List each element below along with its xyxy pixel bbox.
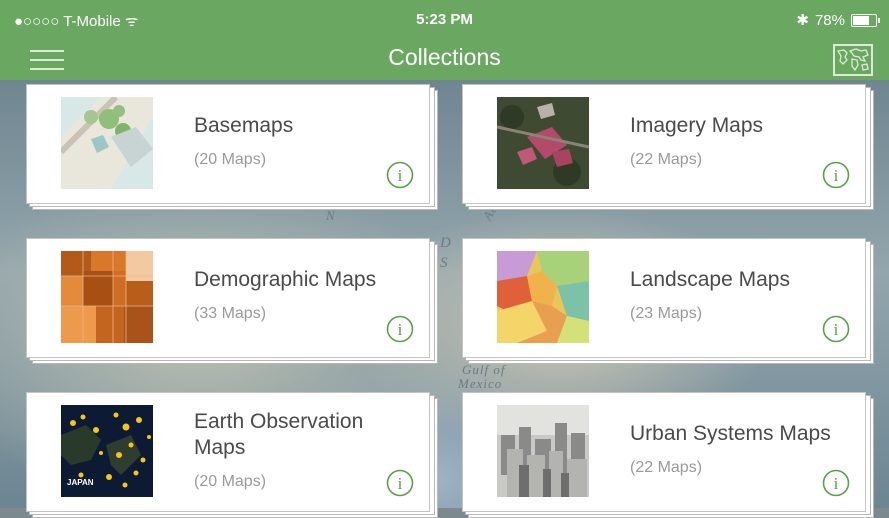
imagery-image: [497, 97, 589, 189]
collection-card-stack: Demographic Maps (33 Maps) i: [26, 238, 438, 368]
card-map-count: (20 Maps): [194, 473, 267, 490]
card-title: Earth Observation Maps: [194, 410, 364, 459]
collection-card-demographic-maps[interactable]: Demographic Maps (33 Maps) i: [26, 238, 430, 358]
collection-card-urban-systems-maps[interactable]: Urban Systems Maps (22 Maps) i: [462, 392, 866, 512]
basemap-image: [61, 97, 153, 189]
card-map-count: (22 Maps): [630, 151, 703, 168]
world-map-icon[interactable]: [833, 44, 873, 76]
info-icon[interactable]: i: [822, 315, 850, 343]
card-map-count: (23 Maps): [630, 305, 703, 322]
battery-icon: [851, 13, 880, 27]
demographic-image: [61, 251, 153, 343]
card-map-count: (20 Maps): [194, 151, 267, 168]
card-title: Urban Systems Maps: [630, 422, 831, 445]
page-title: Collections: [388, 44, 501, 70]
collection-card-stack: Basemaps (20 Maps) i: [26, 84, 438, 214]
collection-card-imagery-maps[interactable]: Imagery Maps (22 Maps) i: [462, 84, 866, 204]
info-icon[interactable]: i: [822, 161, 850, 189]
landscape-image: [497, 251, 589, 343]
imagery-thumbnail: [497, 97, 589, 189]
collection-card-stack: Urban Systems Maps (22 Maps) i: [462, 392, 874, 518]
status-right: ✱ 78%: [796, 11, 880, 29]
card-map-count: (33 Maps): [194, 305, 267, 322]
status-bar: ●○○○○ T-Mobile ᯤ 5:23 PM ✱ 78%: [0, 0, 889, 38]
collection-card-basemaps[interactable]: Basemaps (20 Maps) i: [26, 84, 430, 204]
collection-card-stack: Imagery Maps (22 Maps) i: [462, 84, 874, 214]
card-title: Imagery Maps: [630, 114, 764, 137]
demographic-thumbnail: [61, 251, 153, 343]
earth-observation-thumbnail: JAPAN: [61, 405, 153, 497]
svg-text:i: i: [834, 166, 839, 185]
info-icon[interactable]: i: [822, 469, 850, 497]
map-label: D: [440, 235, 452, 251]
navigation-bar: Collections: [0, 38, 889, 80]
svg-text:i: i: [834, 474, 839, 493]
urban-systems-thumbnail: [497, 405, 589, 497]
svg-text:i: i: [398, 166, 403, 185]
card-title: Demographic Maps: [194, 268, 377, 291]
collection-card-stack: Landscape Maps (23 Maps) i: [462, 238, 874, 368]
earth-observation-image: JAPAN: [61, 405, 153, 497]
map-label: Mexico: [458, 376, 503, 391]
basemap-thumbnail: [61, 97, 153, 189]
card-map-count: (22 Maps): [630, 459, 703, 476]
card-title: Landscape Maps: [630, 268, 790, 291]
landscape-thumbnail: [497, 251, 589, 343]
info-icon[interactable]: i: [386, 315, 414, 343]
clock: 5:23 PM: [416, 11, 473, 28]
svg-text:i: i: [398, 474, 403, 493]
svg-text:i: i: [834, 320, 839, 339]
battery-percent: 78%: [814, 11, 845, 29]
urban-systems-image: [497, 405, 589, 497]
collection-card-stack: JAPAN Earth Observation Maps (20 Maps) i: [26, 392, 438, 518]
collection-card-landscape-maps[interactable]: Landscape Maps (23 Maps) i: [462, 238, 866, 358]
map-label: S: [440, 255, 449, 271]
svg-text:i: i: [398, 320, 403, 339]
info-icon[interactable]: i: [386, 161, 414, 189]
info-icon[interactable]: i: [386, 469, 414, 497]
collection-card-earth-observation-maps[interactable]: JAPAN Earth Observation Maps (20 Maps) i: [26, 392, 430, 512]
bluetooth-icon: ✱: [796, 12, 809, 29]
card-title: Basemaps: [194, 114, 294, 137]
battery-fill: [853, 15, 869, 25]
world-map-glyph: [836, 48, 869, 72]
japan-map-label: JAPAN: [67, 478, 94, 487]
battery-nub: [878, 17, 880, 23]
